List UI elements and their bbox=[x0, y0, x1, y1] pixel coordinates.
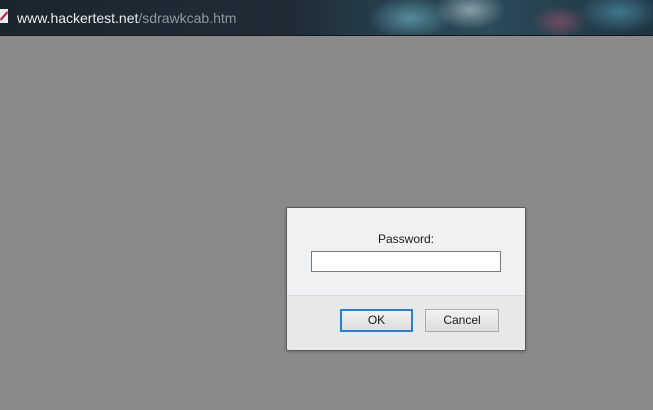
address-bar[interactable]: www.hackertest.net/sdrawkcab.htm bbox=[0, 0, 653, 36]
url-host: www.hackertest.net bbox=[17, 10, 139, 26]
password-dialog: Password: OK Cancel bbox=[286, 207, 526, 351]
cancel-button[interactable]: Cancel bbox=[425, 309, 499, 332]
url-path: /sdrawkcab.htm bbox=[138, 10, 237, 26]
dialog-body: Password: bbox=[287, 208, 525, 295]
password-input[interactable] bbox=[311, 251, 501, 272]
favicon-icon bbox=[0, 9, 8, 23]
url-text[interactable]: www.hackertest.net/sdrawkcab.htm bbox=[17, 9, 236, 27]
password-label: Password: bbox=[377, 232, 435, 246]
ok-button[interactable]: OK bbox=[340, 309, 413, 332]
